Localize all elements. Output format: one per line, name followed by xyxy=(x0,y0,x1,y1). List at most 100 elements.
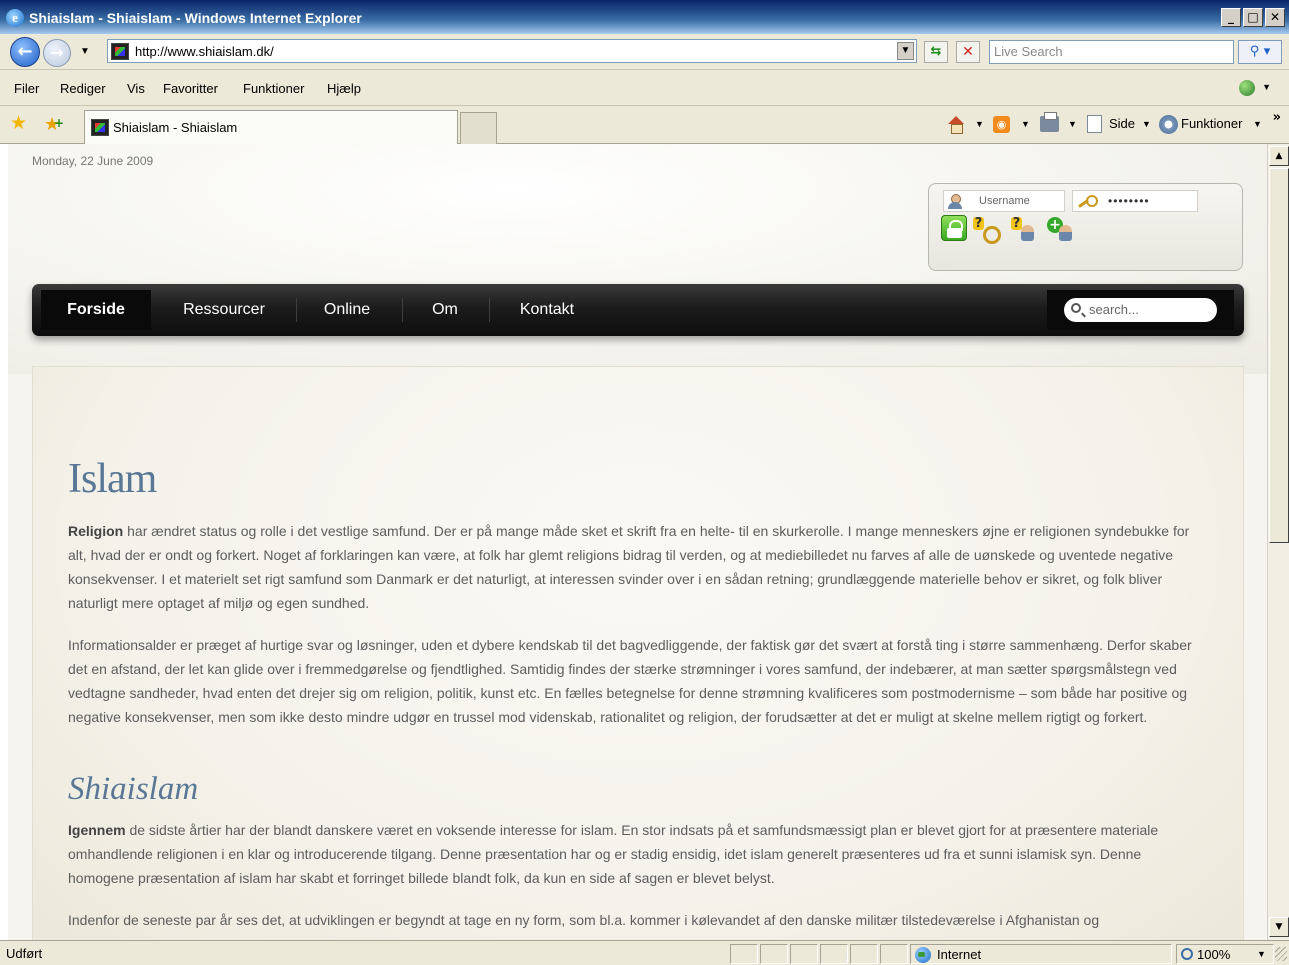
tab-bar: ★ ★ Shiaislam - Shiaislam ▼ ◉ ▼ ▼ Side ▼… xyxy=(0,106,1289,144)
address-toolbar: ← → ▼ http://www.shiaislam.dk/ ▼ ⇆ ✕ Liv… xyxy=(0,34,1289,70)
title-bar: e Shiaislam - Shiaislam - Windows Intern… xyxy=(0,0,1289,34)
new-tab-button[interactable] xyxy=(460,112,497,144)
page-icon[interactable] xyxy=(1087,115,1102,133)
nav-divider xyxy=(402,298,403,322)
research-icon[interactable] xyxy=(1237,78,1259,98)
print-icon[interactable] xyxy=(1040,112,1059,132)
rss-dropdown-icon[interactable]: ▼ xyxy=(1021,119,1030,129)
home-dropdown-icon[interactable]: ▼ xyxy=(975,119,984,129)
username-placeholder: Username xyxy=(979,195,1030,207)
login-panel: Username •••••••• xyxy=(928,183,1243,271)
close-button[interactable]: ✕ xyxy=(1265,8,1285,27)
window-controls: _ □ ✕ xyxy=(1221,8,1285,27)
forgot-password-icon[interactable] xyxy=(973,217,1001,244)
live-search-input[interactable]: Live Search xyxy=(989,40,1234,64)
address-dropdown-icon[interactable]: ▼ xyxy=(897,42,914,60)
research-dropdown-icon[interactable]: ▼ xyxy=(1262,82,1271,92)
article-content: Islam Religion har ændret status og roll… xyxy=(32,366,1244,940)
heading-shiaislam: Shiaislam xyxy=(68,771,199,807)
paragraph-religion: Religion har ændret status og rolle i de… xyxy=(68,519,1210,615)
window-title: Shiaislam - Shiaislam - Windows Internet… xyxy=(29,10,362,26)
zoom-control[interactable]: 100% ▼ xyxy=(1176,944,1274,964)
menu-vis[interactable]: Vis xyxy=(127,81,145,96)
scroll-down-button[interactable]: ▼ xyxy=(1269,917,1289,937)
tab-favicon-icon xyxy=(91,119,109,136)
nav-kontakt[interactable]: Kontakt xyxy=(508,290,586,330)
key-icon xyxy=(1078,195,1098,209)
minimize-button[interactable]: _ xyxy=(1221,8,1241,27)
zone-label: Internet xyxy=(937,947,982,962)
print-dropdown-icon[interactable]: ▼ xyxy=(1068,119,1077,129)
paragraph-text: de sidste årtier har der blandt danskere… xyxy=(68,822,1159,886)
chevron-more-icon[interactable]: » xyxy=(1273,110,1281,125)
address-field[interactable]: http://www.shiaislam.dk/ ▼ xyxy=(107,39,917,63)
maximize-button[interactable]: □ xyxy=(1243,8,1263,27)
nav-divider xyxy=(296,298,297,322)
forgot-username-icon[interactable] xyxy=(1011,217,1037,243)
site-favicon-icon xyxy=(111,43,129,60)
status-pane xyxy=(760,944,788,964)
status-pane xyxy=(820,944,848,964)
security-zone[interactable]: Internet xyxy=(910,944,1172,964)
home-icon[interactable] xyxy=(946,114,966,134)
tools-gear-icon[interactable] xyxy=(1159,115,1178,134)
status-pane xyxy=(850,944,878,964)
tools-menu[interactable]: Funktioner xyxy=(1181,116,1242,131)
nav-divider xyxy=(489,298,490,322)
menu-rediger[interactable]: Rediger xyxy=(60,81,106,96)
paragraph-information: Informationsalder er præget af hurtige s… xyxy=(68,637,1192,725)
back-button[interactable]: ← xyxy=(10,37,40,67)
status-pane xyxy=(730,944,758,964)
nav-ressourcer[interactable]: Ressourcer xyxy=(167,290,281,330)
paragraph-lead: Igennem xyxy=(68,822,126,838)
password-value: •••••••• xyxy=(1108,194,1150,208)
page-viewport: Monday, 22 June 2009 Username •••••••• F… xyxy=(8,144,1267,940)
main-nav: Forside Ressourcer Online Om Kontakt sea… xyxy=(32,284,1244,336)
search-icon xyxy=(1071,303,1081,313)
username-field[interactable]: Username xyxy=(943,190,1065,212)
password-field[interactable]: •••••••• xyxy=(1072,190,1198,212)
tab-shiaislam[interactable]: Shiaislam - Shiaislam xyxy=(84,110,458,144)
refresh-button[interactable]: ⇆ xyxy=(924,41,948,63)
add-favorite-icon[interactable]: ★ xyxy=(44,114,64,134)
favorites-center-icon[interactable]: ★ xyxy=(10,114,27,134)
page-dropdown-icon[interactable]: ▼ xyxy=(1142,119,1151,129)
url-text[interactable]: http://www.shiaislam.dk/ xyxy=(135,44,274,59)
scroll-thumb[interactable] xyxy=(1269,168,1289,543)
history-dropdown-icon[interactable]: ▼ xyxy=(80,46,90,57)
page-menu[interactable]: Side xyxy=(1109,116,1135,131)
ie-logo-icon: e xyxy=(6,9,24,27)
tools-dropdown-icon[interactable]: ▼ xyxy=(1253,119,1262,129)
status-pane xyxy=(880,944,908,964)
status-bar: Udført Internet 100% ▼ xyxy=(0,940,1289,965)
rss-feed-icon[interactable]: ◉ xyxy=(993,116,1010,133)
paragraph-indenfor: Indenfor de seneste par år ses det, at u… xyxy=(68,912,1100,928)
menu-funktioner[interactable]: Funktioner xyxy=(243,81,304,96)
status-text: Udført xyxy=(6,946,43,961)
forward-button[interactable]: → xyxy=(43,39,71,67)
menu-favoritter[interactable]: Favoritter xyxy=(163,81,218,96)
stop-button[interactable]: ✕ xyxy=(956,41,980,63)
search-go-button[interactable]: ⚲ ▾ xyxy=(1238,40,1282,64)
site-search-input[interactable]: search... xyxy=(1064,298,1217,322)
nav-om[interactable]: Om xyxy=(420,290,470,330)
zoom-level: 100% xyxy=(1197,947,1231,962)
register-user-icon[interactable] xyxy=(1047,217,1073,243)
nav-online[interactable]: Online xyxy=(312,290,382,330)
nav-forside[interactable]: Forside xyxy=(41,290,151,330)
vertical-scrollbar[interactable]: ▲ ▼ xyxy=(1267,144,1289,940)
scroll-up-button[interactable]: ▲ xyxy=(1269,146,1289,166)
site-search-placeholder: search... xyxy=(1089,302,1139,317)
user-icon xyxy=(948,194,962,209)
paragraph-lead: Religion xyxy=(68,523,124,539)
status-pane xyxy=(790,944,818,964)
menu-filer[interactable]: Filer xyxy=(14,81,39,96)
page-date: Monday, 22 June 2009 xyxy=(32,154,154,168)
menu-hjaelp[interactable]: Hjælp xyxy=(327,81,361,96)
login-lock-button[interactable] xyxy=(941,215,967,241)
resize-grip-icon[interactable] xyxy=(1275,947,1287,961)
menu-bar: Filer Rediger Vis Favoritter Funktioner … xyxy=(0,70,1289,106)
zoom-icon xyxy=(1181,948,1193,960)
globe-icon xyxy=(915,947,931,963)
zoom-dropdown-icon[interactable]: ▼ xyxy=(1257,949,1266,959)
